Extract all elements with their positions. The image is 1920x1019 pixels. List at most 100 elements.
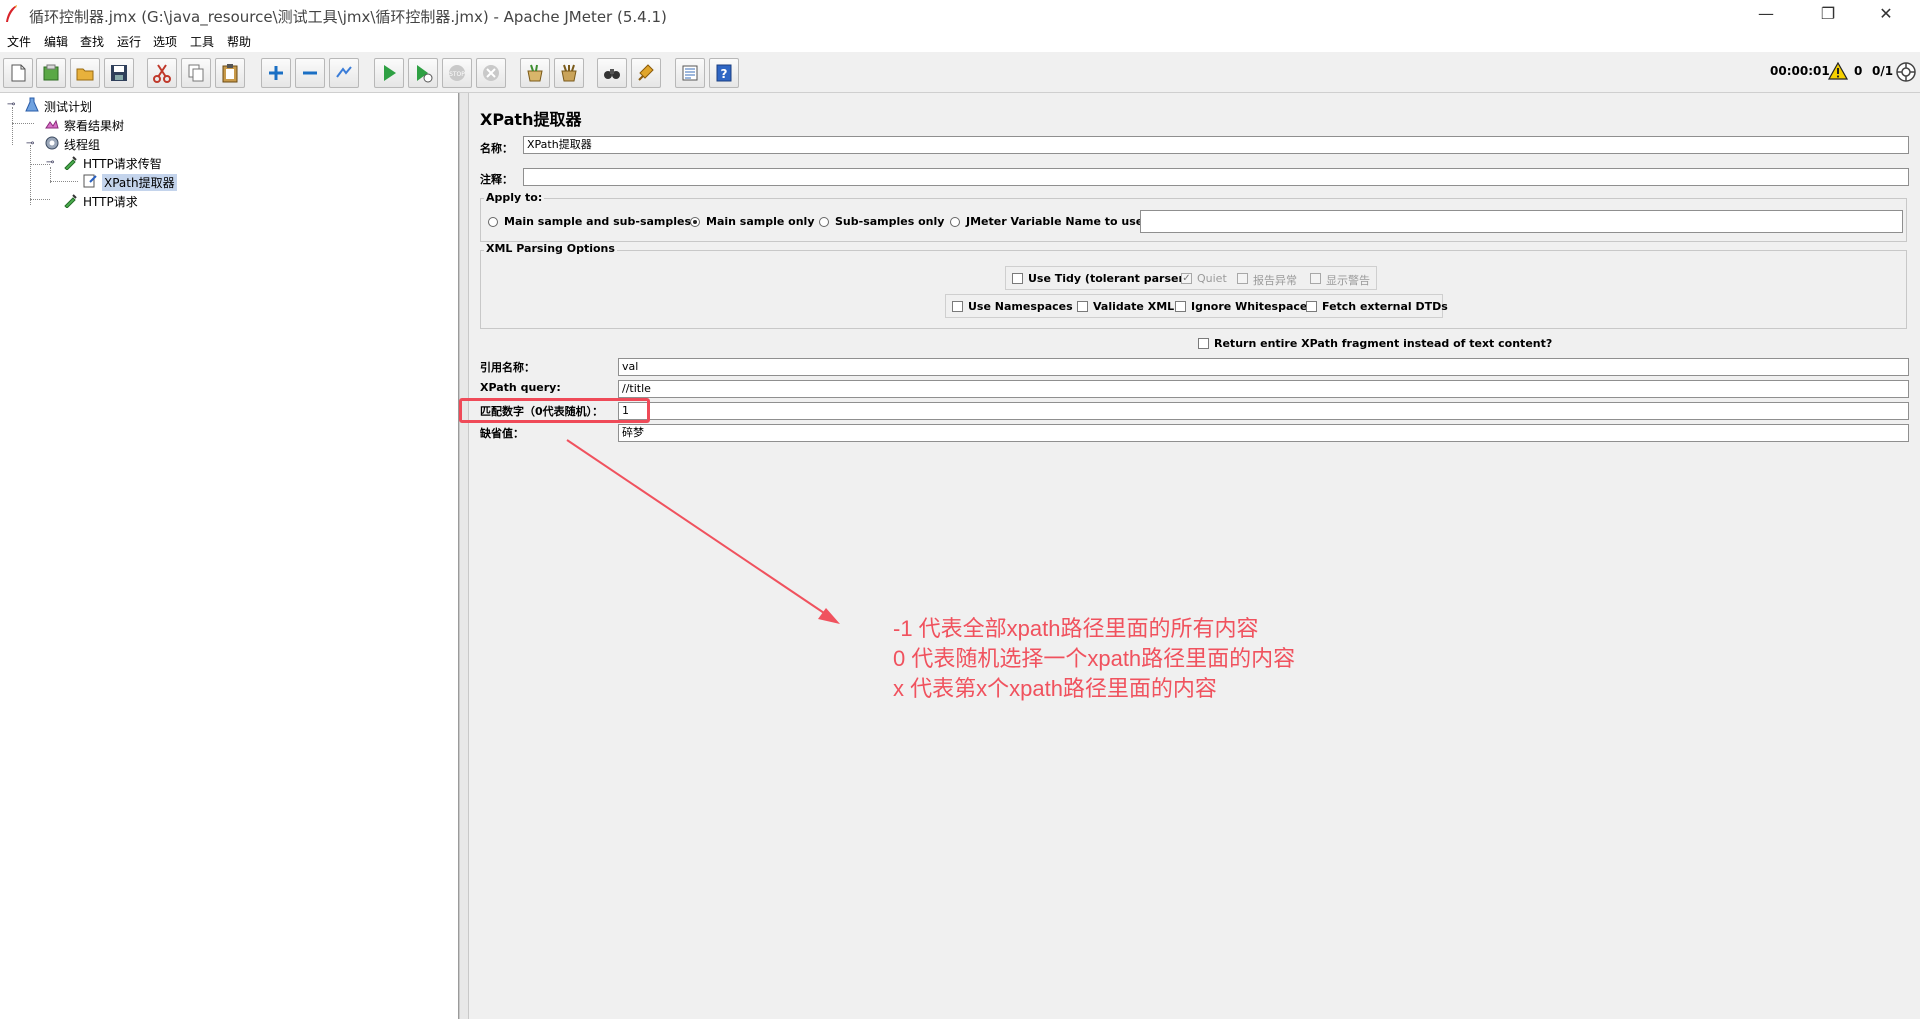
fetch-dtds-checkbox[interactable] [1306,301,1317,312]
menu-options[interactable]: 选项 [153,33,177,50]
option-main-and-sub[interactable]: Main sample and sub-samples [504,215,691,228]
close-button[interactable]: ✕ [1858,0,1914,30]
toggle-button[interactable] [329,58,359,88]
match-number-field[interactable]: 1 [618,402,1909,420]
clear-button[interactable] [520,58,550,88]
reference-name-field[interactable]: val [618,358,1909,376]
return-fragment-checkbox[interactable] [1198,338,1209,349]
collapse-toggle[interactable]: ⊸ [7,100,16,110]
reset-search-button[interactable] [631,58,661,88]
report-errors-checkbox[interactable] [1237,273,1248,284]
return-fragment-label: Return entire XPath fragment instead of … [1214,337,1553,350]
radio-sub-only[interactable] [819,217,829,227]
name-field[interactable]: XPath提取器 [523,136,1909,154]
menu-run[interactable]: 运行 [117,33,141,50]
comment-label: 注释： [480,173,513,186]
ignore-whitespace-checkbox[interactable] [1175,301,1186,312]
cut-button[interactable] [147,58,177,88]
collapse-all-button[interactable] [295,58,325,88]
name-label: 名称： [480,142,513,155]
sampler-pipette-icon [64,156,77,170]
split-pane-divider[interactable] [459,93,469,1019]
xpath-query-field[interactable]: //title [618,380,1909,398]
paste-icon [222,64,238,83]
menu-tools[interactable]: 工具 [190,33,214,50]
variable-name-field[interactable] [1140,210,1903,233]
restore-button[interactable]: ❐ [1800,0,1856,30]
clear-all-button[interactable] [554,58,584,88]
radio-main-only[interactable] [690,217,700,227]
tree-node-http-request[interactable]: HTTP请求 [63,192,183,210]
copy-button[interactable] [181,58,211,88]
active-threads: 0/1 [1872,64,1894,78]
use-namespaces-label: Use Namespaces [968,300,1073,313]
toolbar: STOP ? [0,52,1920,93]
expand-all-button[interactable] [261,58,291,88]
tree-node-thread-group[interactable]: 线程组 [44,135,164,153]
paste-button[interactable] [215,58,245,88]
tree-node-label: 线程组 [64,138,101,152]
quiet-checkbox[interactable]: ✓ [1181,273,1192,284]
stop-icon: STOP [449,65,465,81]
annotation-line-1: -1 代表全部xpath路径里面的所有内容 [893,616,1259,641]
use-tidy-checkbox[interactable] [1012,273,1023,284]
jmeter-feather-icon [6,5,17,22]
tree-connector [12,107,13,145]
default-value-field[interactable]: 碎梦 [618,424,1909,442]
use-namespaces-checkbox[interactable] [952,301,963,312]
validate-xml-checkbox[interactable] [1077,301,1088,312]
panel-title: XPath提取器 [480,110,582,129]
annotation-line-2: 0 代表随机选择一个xpath路径里面的内容 [893,646,1296,671]
new-icon [11,64,26,82]
default-value-label: 缺省值： [480,427,524,440]
test-plan-icon [25,97,39,112]
radio-variable-name[interactable] [950,217,960,227]
tree-node-http-request-chuanzhi[interactable]: HTTP请求传智 [63,154,203,172]
option-main-only[interactable]: Main sample only [706,215,815,228]
collapse-icon [303,71,317,75]
save-button[interactable] [104,58,134,88]
menu-help[interactable]: 帮助 [227,33,251,50]
option-sub-only[interactable]: Sub-samples only [835,215,944,228]
tree-node-test-plan[interactable]: 测试计划 [24,97,144,115]
annotation-line-3: x 代表第x个xpath路径里面的内容 [893,676,1217,701]
function-helper-button[interactable] [675,58,705,88]
apply-to-title: Apply to: [484,191,545,204]
search-button[interactable] [597,58,627,88]
report-errors-label: 报告异常 [1253,274,1297,287]
option-variable-name[interactable]: JMeter Variable Name to use [966,215,1143,228]
reference-name-label: 引用名称： [480,361,535,374]
templates-icon [43,64,59,81]
open-button[interactable] [70,58,100,88]
elapsed-timer: 00:00:01 [1770,64,1830,78]
radio-main-and-sub[interactable] [488,217,498,227]
stop-button[interactable]: STOP [442,58,472,88]
menu-edit[interactable]: 编辑 [44,33,68,50]
start-button[interactable] [374,58,404,88]
new-button[interactable] [3,58,33,88]
comment-field[interactable] [523,168,1909,186]
collapse-toggle[interactable]: ⊸ [26,139,35,149]
tree-connector [12,123,34,124]
menu-search[interactable]: 查找 [80,33,104,50]
fetch-dtds-label: Fetch external DTDs [1322,300,1448,313]
search-icon [604,69,620,79]
minimize-button[interactable]: — [1738,0,1794,30]
menu-file[interactable]: 文件 [7,33,31,50]
clear-all-icon [561,64,577,82]
collapse-toggle[interactable]: ⊸ [46,158,55,168]
tree-node-xpath-extractor[interactable]: XPath提取器 [82,173,178,191]
help-button[interactable]: ? [709,58,739,88]
show-warnings-checkbox[interactable] [1310,273,1321,284]
svg-text:?: ? [721,67,728,81]
warning-icon[interactable] [1828,62,1848,80]
open-icon [76,68,94,81]
tree-node-results-tree[interactable]: 察看结果树 [44,116,174,134]
shutdown-button[interactable] [476,58,506,88]
start-no-pause-button[interactable] [408,58,438,88]
title-bar: 循环控制器.jmx (G:\java_resource\测试工具\jmx\循环控… [0,0,1920,30]
tree-connector [30,145,31,205]
remote-status-icon[interactable] [1895,61,1917,83]
templates-button[interactable] [36,58,66,88]
use-tidy-label: Use Tidy (tolerant parser) [1028,272,1189,285]
